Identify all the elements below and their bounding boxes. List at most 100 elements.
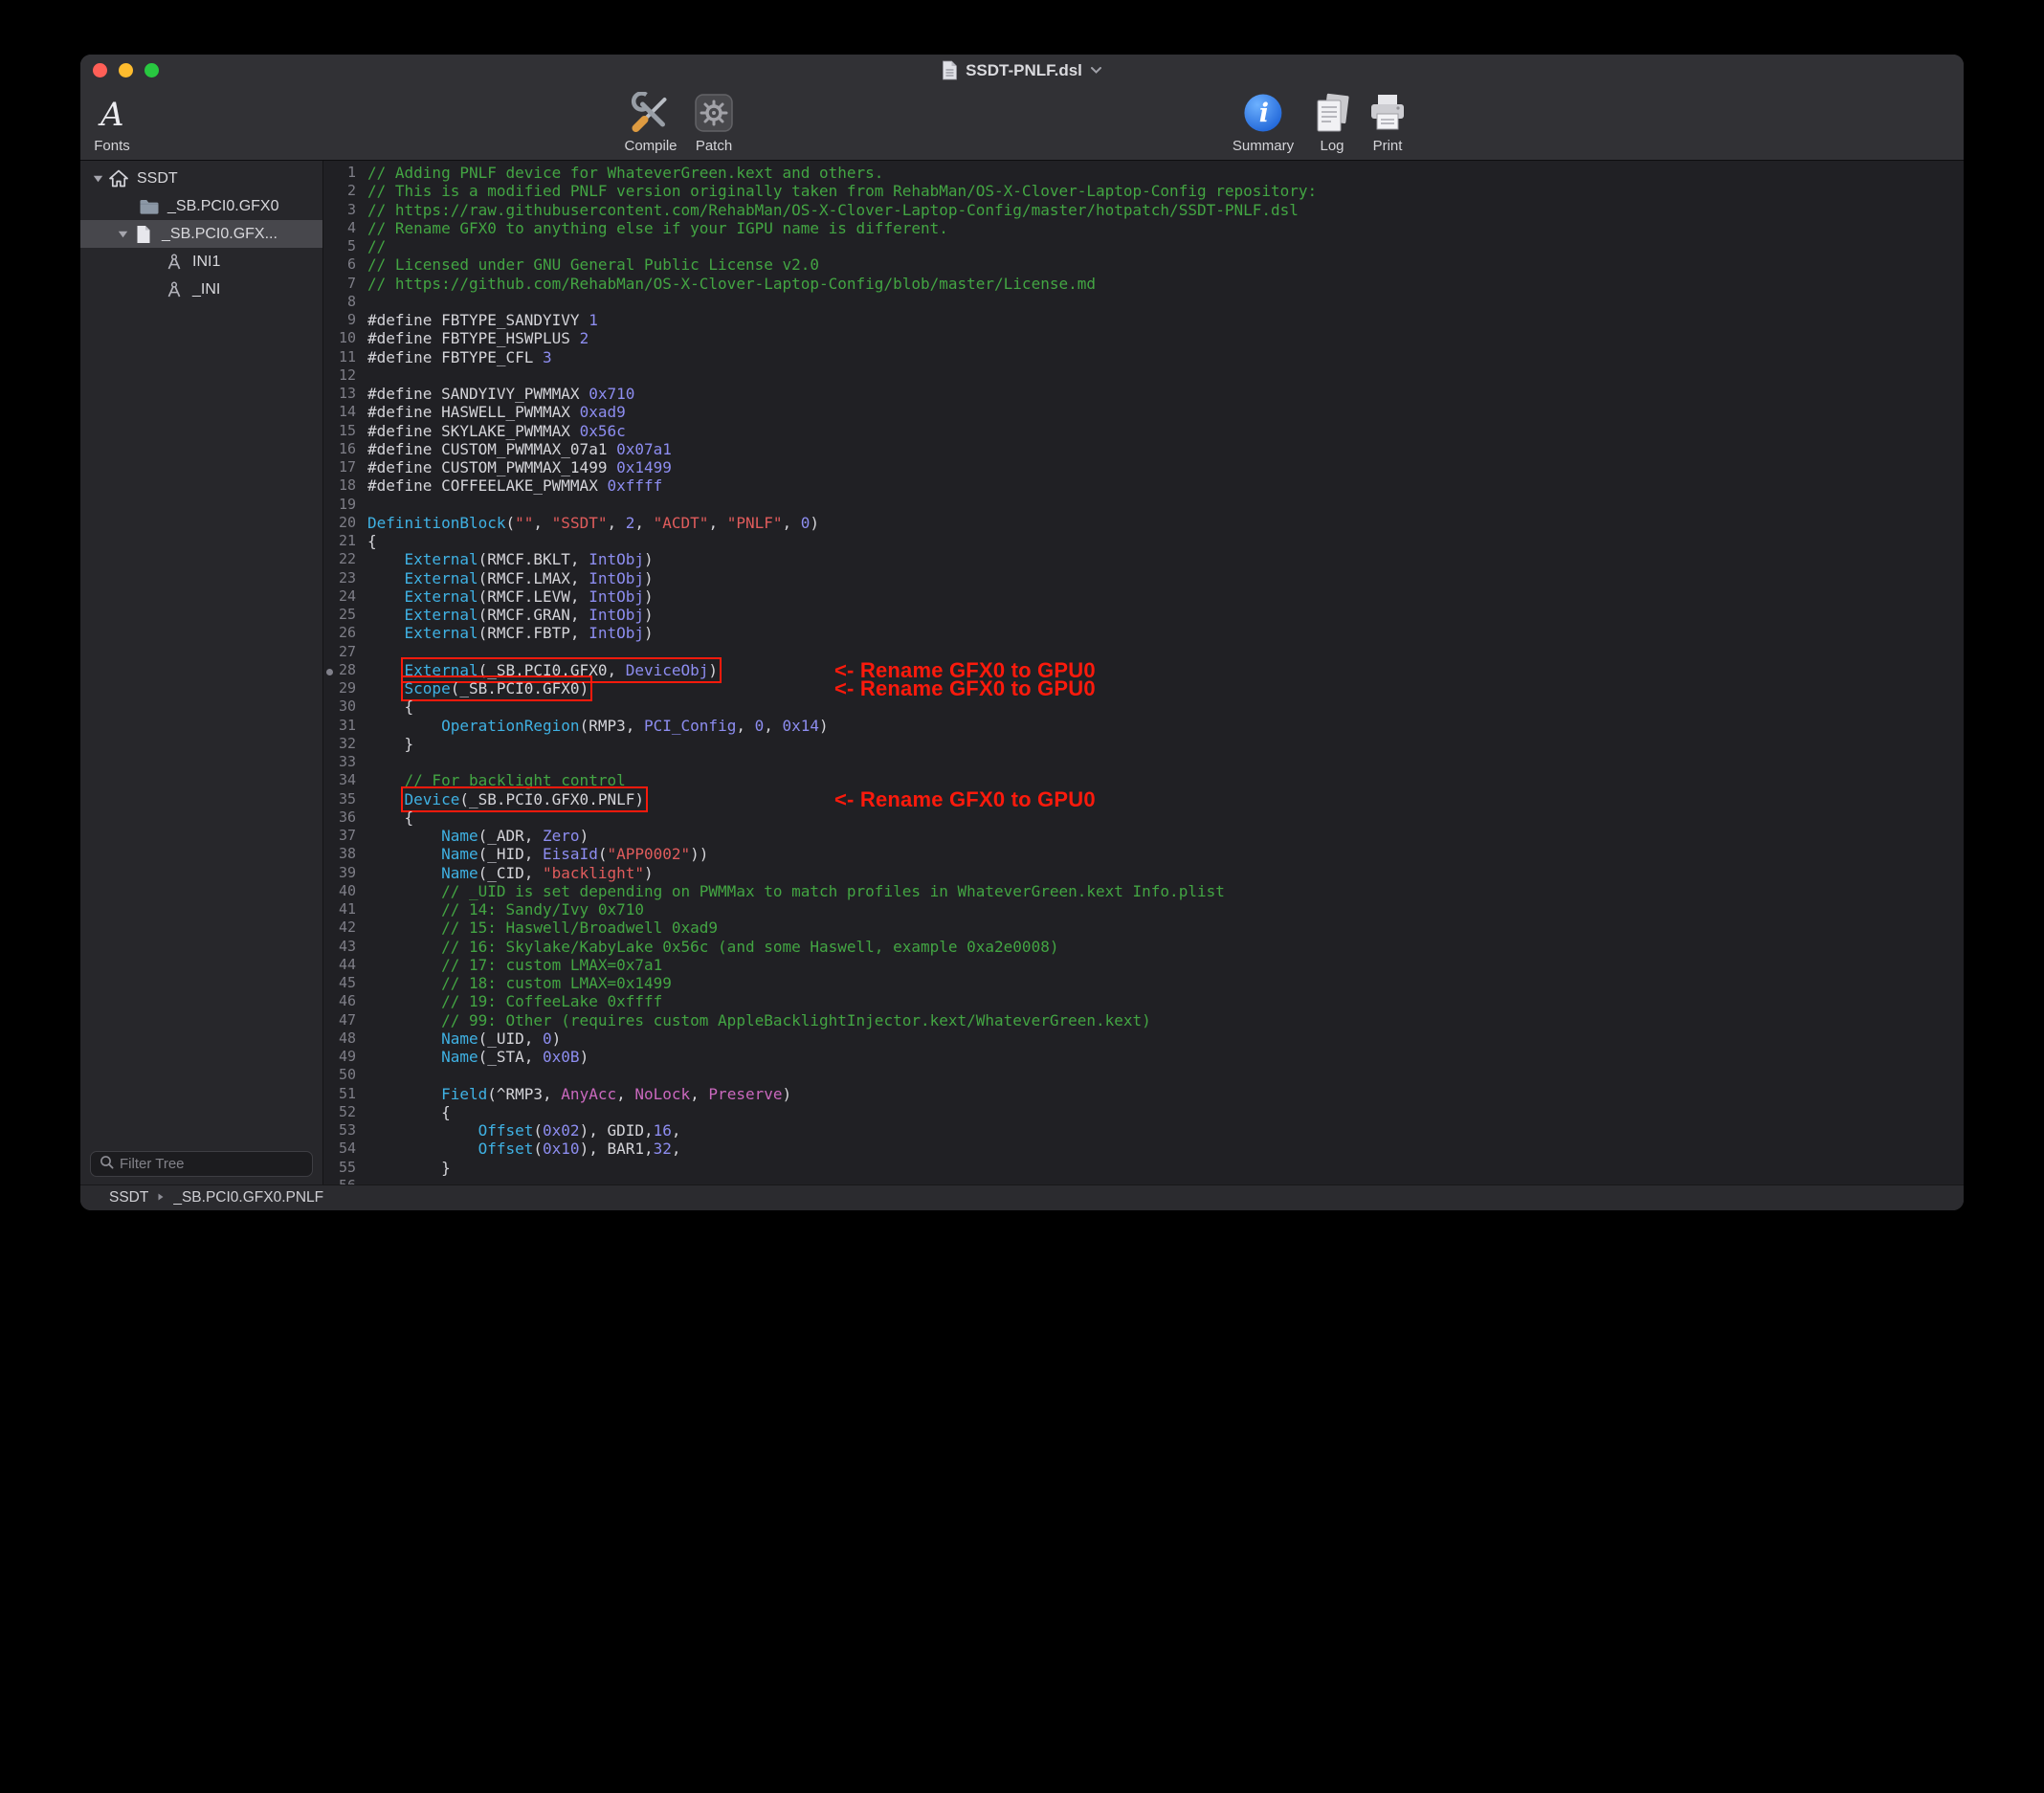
code-line[interactable]: 22 External(RMCF.BKLT, IntObj) bbox=[323, 550, 1964, 568]
close-button[interactable] bbox=[93, 63, 107, 77]
code-line[interactable]: 41 // 14: Sandy/Ivy 0x710 bbox=[323, 900, 1964, 919]
code-token: 0 bbox=[543, 1029, 552, 1048]
svg-text:i: i bbox=[1259, 99, 1269, 128]
disclosure-down-icon[interactable] bbox=[113, 230, 132, 238]
code-line[interactable]: 20DefinitionBlock("", "SSDT", 2, "ACDT",… bbox=[323, 514, 1964, 532]
code-line[interactable]: 53 Offset(0x02), GDID,16, bbox=[323, 1121, 1964, 1140]
zoom-button[interactable] bbox=[144, 63, 159, 77]
sidebar-item-ssdt[interactable]: SSDT bbox=[80, 165, 322, 192]
line-number: 14 bbox=[323, 403, 367, 421]
code-line[interactable]: 5// bbox=[323, 237, 1964, 255]
code-line[interactable]: 50 bbox=[323, 1066, 1964, 1084]
code-line[interactable]: 42 // 15: Haswell/Broadwell 0xad9 bbox=[323, 919, 1964, 937]
code-text: // Licensed under GNU General Public Lic… bbox=[367, 255, 819, 274]
sidebar-item-sb-pci0-gfx[interactable]: _SB.PCI0.GFX... bbox=[80, 220, 322, 248]
code-text: Name(_STA, 0x0B) bbox=[367, 1048, 589, 1066]
line-number: 29 bbox=[323, 679, 367, 697]
code-line[interactable]: 24 External(RMCF.LEVW, IntObj) bbox=[323, 587, 1964, 606]
code-line[interactable]: 2// This is a modified PNLF version orig… bbox=[323, 182, 1964, 200]
code-line[interactable]: 18#define COFFEELAKE_PWMMAX 0xffff bbox=[323, 476, 1964, 495]
code-token: // https://github.com/RehabMan/OS-X-Clov… bbox=[367, 275, 1096, 293]
sidebar-item-label: SSDT bbox=[137, 170, 178, 188]
compile-button[interactable]: Compile bbox=[624, 93, 677, 154]
code-line[interactable]: 43 // 16: Skylake/KabyLake 0x56c (and so… bbox=[323, 938, 1964, 956]
code-line[interactable]: 6// Licensed under GNU General Public Li… bbox=[323, 255, 1964, 274]
status-path-item[interactable]: _SB.PCI0.GFX0.PNLF bbox=[173, 1189, 323, 1206]
code-line[interactable]: 40 // _UID is set depending on PWMMax to… bbox=[323, 882, 1964, 900]
sidebar-item-sb-pci0-gfx0[interactable]: _SB.PCI0.GFX0 bbox=[80, 192, 322, 220]
code-line[interactable]: 51 Field(^RMP3, AnyAcc, NoLock, Preserve… bbox=[323, 1085, 1964, 1103]
code-line[interactable]: 10#define FBTYPE_HSWPLUS 2 bbox=[323, 329, 1964, 347]
status-path-root[interactable]: SSDT bbox=[109, 1189, 148, 1206]
code-line[interactable]: 29 Scope(_SB.PCI0.GFX0)<- Rename GFX0 to… bbox=[323, 679, 1964, 697]
code-line[interactable]: 47 // 99: Other (requires custom AppleBa… bbox=[323, 1011, 1964, 1029]
code-line[interactable]: 34 // For backlight control bbox=[323, 771, 1964, 789]
window-title-group[interactable]: SSDT-PNLF.dsl bbox=[942, 60, 1102, 80]
code-line[interactable]: 14#define HASWELL_PWMMAX 0xad9 bbox=[323, 403, 1964, 421]
code-line[interactable]: 32 } bbox=[323, 735, 1964, 753]
code-line[interactable]: 15#define SKYLAKE_PWMMAX 0x56c bbox=[323, 422, 1964, 440]
minimize-button[interactable] bbox=[119, 63, 133, 77]
code-line[interactable]: 33 bbox=[323, 753, 1964, 771]
code-line[interactable]: 38 Name(_HID, EisaId("APP0002")) bbox=[323, 845, 1964, 863]
disclosure-down-icon[interactable] bbox=[88, 174, 107, 183]
code-line[interactable]: 54 Offset(0x10), BAR1,32, bbox=[323, 1140, 1964, 1158]
code-line[interactable]: 8 bbox=[323, 293, 1964, 311]
code-line[interactable]: 46 // 19: CoffeeLake 0xffff bbox=[323, 992, 1964, 1010]
titlebar[interactable]: SSDT-PNLF.dsl bbox=[80, 55, 1964, 86]
code-line[interactable]: 31 OperationRegion(RMP3, PCI_Config, 0, … bbox=[323, 717, 1964, 735]
code-line[interactable]: 35 Device(_SB.PCI0.GFX0.PNLF)<- Rename G… bbox=[323, 790, 1964, 808]
code-token: // This is a modified PNLF version origi… bbox=[367, 182, 1317, 200]
code-line[interactable]: 28 External(_SB.PCI0.GFX0, DeviceObj)<- … bbox=[323, 661, 1964, 679]
code-line[interactable]: 19 bbox=[323, 496, 1964, 514]
document-proxy-icon[interactable] bbox=[942, 60, 958, 80]
print-button[interactable]: Print bbox=[1366, 93, 1410, 154]
line-number: 12 bbox=[323, 366, 367, 385]
code-line[interactable]: 36 { bbox=[323, 808, 1964, 827]
code-line[interactable]: 17#define CUSTOM_PWMMAX_1499 0x1499 bbox=[323, 458, 1964, 476]
code-line[interactable]: 52 { bbox=[323, 1103, 1964, 1121]
code-line[interactable]: 27 bbox=[323, 643, 1964, 661]
code-line[interactable]: 48 Name(_UID, 0) bbox=[323, 1029, 1964, 1048]
filter-tree-input[interactable] bbox=[120, 1156, 303, 1172]
log-button[interactable]: Log bbox=[1312, 93, 1352, 154]
code-line[interactable]: 7// https://github.com/RehabMan/OS-X-Clo… bbox=[323, 275, 1964, 293]
code-token: , bbox=[616, 1085, 634, 1103]
code-token: 0x02 bbox=[543, 1121, 580, 1140]
code-text: Name(_CID, "backlight") bbox=[367, 864, 654, 882]
code-line[interactable]: 37 Name(_ADR, Zero) bbox=[323, 827, 1964, 845]
code-line[interactable]: 1// Adding PNLF device for WhateverGreen… bbox=[323, 164, 1964, 182]
patch-button[interactable]: Patch bbox=[693, 93, 735, 154]
sidebar-item-ini[interactable]: _INI bbox=[80, 276, 322, 303]
code-line[interactable]: 9#define FBTYPE_SANDYIVY 1 bbox=[323, 311, 1964, 329]
code-text: #define CUSTOM_PWMMAX_1499 0x1499 bbox=[367, 458, 672, 476]
code-line[interactable]: 45 // 18: custom LMAX=0x1499 bbox=[323, 974, 1964, 992]
code-line[interactable]: 23 External(RMCF.LMAX, IntObj) bbox=[323, 569, 1964, 587]
code-line[interactable]: 26 External(RMCF.FBTP, IntObj) bbox=[323, 624, 1964, 642]
code-line[interactable]: 11#define FBTYPE_CFL 3 bbox=[323, 348, 1964, 366]
code-line[interactable]: 4// Rename GFX0 to anything else if your… bbox=[323, 219, 1964, 237]
code-line[interactable]: 12 bbox=[323, 366, 1964, 385]
code-token: External bbox=[405, 606, 478, 624]
code-line[interactable]: 21{ bbox=[323, 532, 1964, 550]
code-line[interactable]: 56 bbox=[323, 1177, 1964, 1184]
chevron-down-icon[interactable] bbox=[1090, 66, 1102, 75]
code-line[interactable]: 30 { bbox=[323, 697, 1964, 716]
filter-tree-field[interactable] bbox=[90, 1151, 313, 1177]
summary-button[interactable]: i Summary bbox=[1233, 93, 1294, 154]
code-editor[interactable]: 1// Adding PNLF device for WhateverGreen… bbox=[323, 161, 1964, 1184]
code-line[interactable]: 55 } bbox=[323, 1159, 1964, 1177]
code-line[interactable]: 44 // 17: custom LMAX=0x7a1 bbox=[323, 956, 1964, 974]
sidebar-item-ini1[interactable]: INI1 bbox=[80, 248, 322, 276]
code-token bbox=[367, 938, 441, 956]
code-line[interactable]: 16#define CUSTOM_PWMMAX_07a1 0x07a1 bbox=[323, 440, 1964, 458]
code-line[interactable]: 13#define SANDYIVY_PWMMAX 0x710 bbox=[323, 385, 1964, 403]
rename-annotation-text: <- Rename GFX0 to GPU0 bbox=[834, 787, 1096, 812]
fonts-button[interactable]: A Fonts bbox=[94, 93, 130, 154]
code-line[interactable]: 25 External(RMCF.GRAN, IntObj) bbox=[323, 606, 1964, 624]
code-token bbox=[367, 624, 405, 642]
code-line[interactable]: 49 Name(_STA, 0x0B) bbox=[323, 1048, 1964, 1066]
code-line[interactable]: 3// https://raw.githubusercontent.com/Re… bbox=[323, 201, 1964, 219]
code-token: 0x10 bbox=[543, 1140, 580, 1158]
code-line[interactable]: 39 Name(_CID, "backlight") bbox=[323, 864, 1964, 882]
